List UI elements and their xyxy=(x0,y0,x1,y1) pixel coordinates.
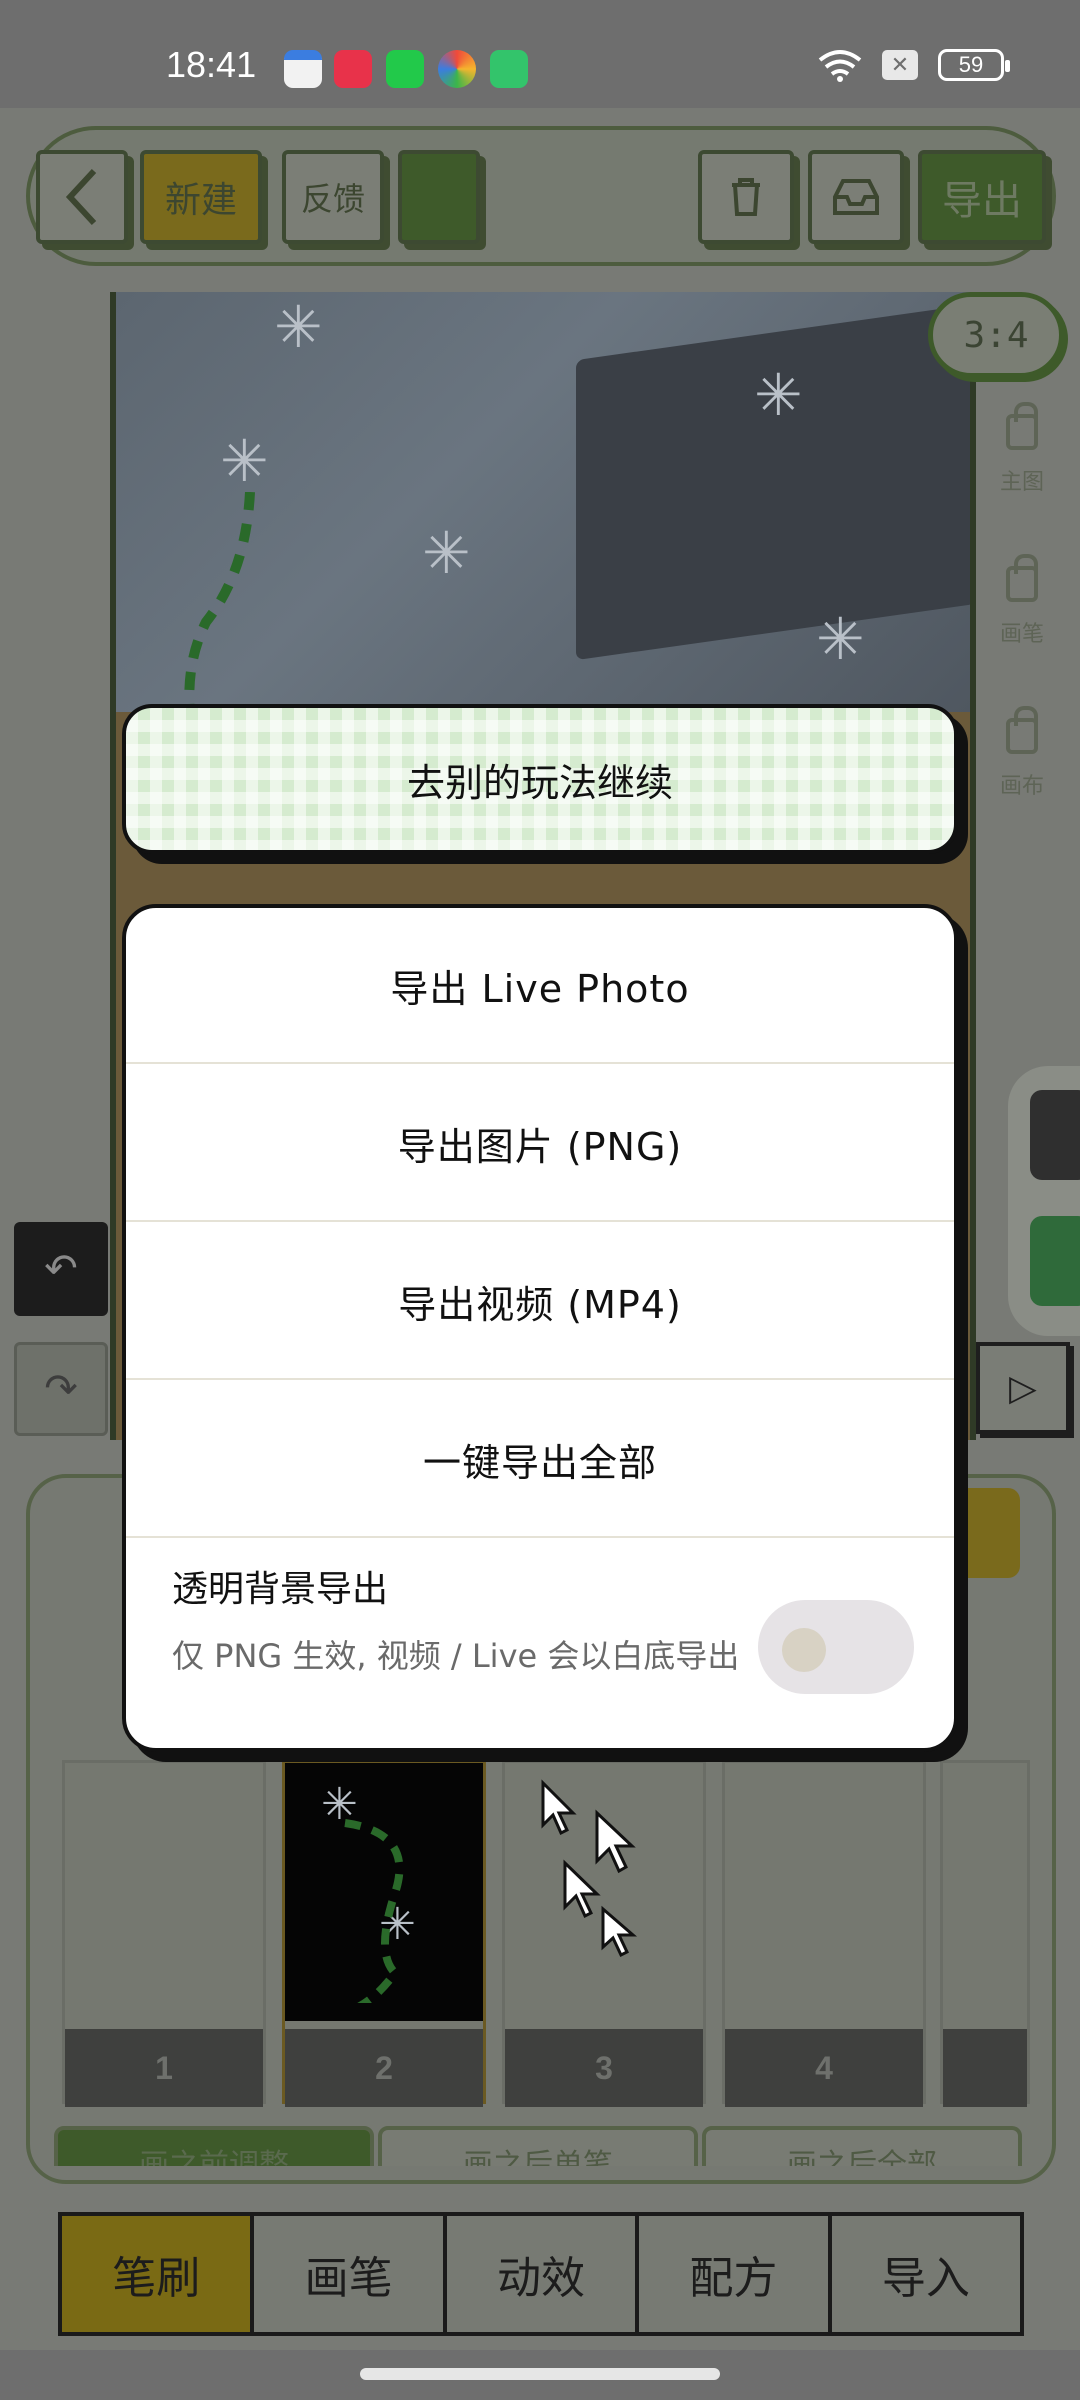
colorful-app-icon xyxy=(438,50,476,88)
undo-button[interactable]: ↶ xyxy=(14,1222,108,1316)
lock-canvas[interactable]: 画布 xyxy=(990,706,1054,800)
lock-icon xyxy=(1006,706,1038,754)
lock-brush[interactable]: 画笔 xyxy=(990,554,1054,648)
redo-button[interactable]: ↷ xyxy=(14,1342,108,1436)
tile-number: 3 xyxy=(505,2029,703,2107)
tab-recipe[interactable]: 配方 xyxy=(639,2216,832,2332)
lock-main-image[interactable]: 主图 xyxy=(990,402,1054,496)
option-label: 导出图片 (PNG) xyxy=(397,1124,683,1169)
status-bar: 18:41 ✕ 59 xyxy=(0,0,1080,108)
option-label: 一键导出全部 xyxy=(422,1440,657,1485)
delete-button[interactable] xyxy=(698,150,794,244)
tile-number: 4 xyxy=(725,2029,923,2107)
laptop-image xyxy=(576,303,970,661)
tab-import[interactable]: 导入 xyxy=(832,2216,1020,2332)
xiaohongshu-app-icon xyxy=(334,50,372,88)
lock-icon xyxy=(1006,402,1038,450)
tile-number: 1 xyxy=(65,2029,263,2107)
bottom-tab-bar: 笔刷 画笔 动效 配方 导入 xyxy=(58,2212,1024,2336)
color-swatch-button[interactable] xyxy=(398,150,480,244)
battery-level: 59 xyxy=(958,52,984,77)
transparent-toggle[interactable] xyxy=(758,1600,914,1694)
inbox-icon xyxy=(833,179,879,215)
brush-tile[interactable]: 1 xyxy=(62,1760,266,2107)
export-all-button[interactable]: 一键导出全部 xyxy=(126,1382,954,1538)
ratio-button[interactable]: 3:4 xyxy=(928,292,1064,378)
upload-app-icon xyxy=(490,50,528,88)
sparkle-icon: ✳ xyxy=(220,427,269,495)
green-app-icon xyxy=(386,50,424,88)
brush-tile[interactable]: 4 xyxy=(722,1760,926,2107)
option-label: 导出视频 (MP4) xyxy=(398,1282,682,1327)
wifi-icon xyxy=(818,50,862,82)
sparkle-icon: ✳ xyxy=(816,605,865,673)
tile-number: 2 xyxy=(285,2029,483,2107)
lock-label: 主图 xyxy=(999,470,1044,495)
option-label: 导出 Live Photo xyxy=(390,966,690,1011)
transparent-title: 透明背景导出 xyxy=(172,1569,389,1610)
transparent-bg-row: 透明背景导出 仅 PNG 生效, 视频 / Live 会以白底导出 xyxy=(126,1540,954,1748)
export-live-photo-button[interactable]: 导出 Live Photo xyxy=(126,908,954,1064)
export-button-label: 导出 xyxy=(942,178,1022,224)
export-png-button[interactable]: 导出图片 (PNG) xyxy=(126,1066,954,1222)
export-sheet: 导出 Live Photo 导出图片 (PNG) 导出视频 (MP4) 一键导出… xyxy=(122,904,958,1752)
inbox-button[interactable] xyxy=(808,150,904,244)
sparkle-icon: ✳ xyxy=(274,293,323,361)
export-mp4-button[interactable]: 导出视频 (MP4) xyxy=(126,1224,954,1380)
lock-label: 画布 xyxy=(999,774,1044,799)
continue-label: 去别的玩法继续 xyxy=(406,760,673,805)
lock-icon xyxy=(1006,554,1038,602)
undo-icon: ↶ xyxy=(44,1246,78,1292)
sparkle-icon: ✳ xyxy=(422,519,471,587)
subtab-after-all[interactable]: 画之后全部 xyxy=(702,2126,1022,2166)
new-button[interactable]: 新建 xyxy=(140,150,262,244)
no-sim-icon: ✕ xyxy=(882,50,918,80)
brush-tile[interactable] xyxy=(940,1760,1030,2107)
lock-label: 画笔 xyxy=(999,622,1044,647)
new-button-label: 新建 xyxy=(164,180,237,221)
battery-icon: 59 xyxy=(938,49,1010,81)
toggle-knob xyxy=(782,1628,826,1672)
wallet-app-icon xyxy=(284,50,322,88)
more-tool-button[interactable] xyxy=(1030,1216,1080,1306)
tab-effects[interactable]: 动效 xyxy=(447,2216,640,2332)
ratio-label: 3:4 xyxy=(963,314,1029,356)
tab-pen[interactable]: 画笔 xyxy=(254,2216,447,2332)
play-icon: ▷ xyxy=(1009,1367,1037,1409)
feedback-button[interactable]: 反馈 xyxy=(282,150,384,244)
cursor-icon xyxy=(541,1779,638,1958)
sparkle-icon: ✳ xyxy=(754,361,803,429)
subtab-bar: 画之前调整 画之后单笔 画之后全部 xyxy=(54,2126,1026,2166)
continue-other-mode-button[interactable]: 去别的玩法继续 xyxy=(122,704,958,854)
brush-tile[interactable]: 3 xyxy=(502,1760,706,2107)
play-button[interactable]: ▷ xyxy=(976,1342,1070,1434)
pen-tool-button[interactable] xyxy=(1030,1090,1080,1180)
panel-gold-tab[interactable] xyxy=(960,1488,1020,1578)
status-time: 18:41 xyxy=(166,44,257,85)
home-indicator[interactable] xyxy=(360,2368,720,2380)
back-button[interactable] xyxy=(36,150,128,244)
brush-tile[interactable]: ✳ ✳ 2 xyxy=(282,1760,486,2107)
tab-brush[interactable]: 笔刷 xyxy=(62,2216,255,2332)
redo-icon: ↷ xyxy=(44,1366,78,1412)
feedback-button-label: 反馈 xyxy=(300,180,365,218)
export-button[interactable]: 导出 xyxy=(918,150,1046,244)
transparent-description: 仅 PNG 生效, 视频 / Live 会以白底导出 xyxy=(172,1637,740,1675)
subtab-before[interactable]: 画之前调整 xyxy=(54,2126,374,2166)
chevron-left-icon xyxy=(65,168,97,226)
trash-icon xyxy=(732,178,760,216)
dashed-stroke xyxy=(184,492,255,712)
subtab-after-single[interactable]: 画之后单笔 xyxy=(378,2126,698,2166)
